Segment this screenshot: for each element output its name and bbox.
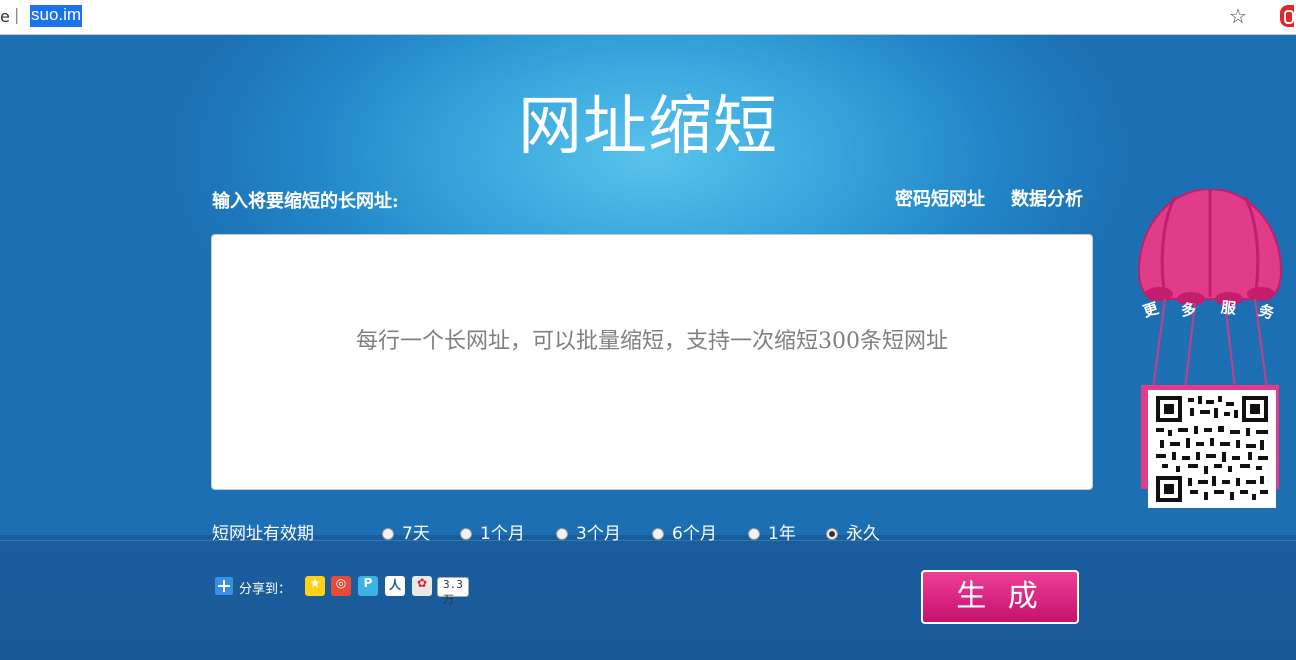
address-fragment: e bbox=[0, 7, 10, 26]
expiry-option-label: 1年 bbox=[768, 524, 796, 544]
divider bbox=[0, 540, 1296, 541]
long-url-input[interactable] bbox=[211, 234, 1093, 490]
expiry-option-1y[interactable]: 1年 bbox=[748, 519, 796, 544]
balloon-text-3: 服 bbox=[1220, 298, 1237, 318]
share-label: 分享到： bbox=[239, 582, 292, 597]
expiry-option-forever[interactable]: 永久 bbox=[826, 519, 880, 544]
input-label: 输入将要缩短的长网址: bbox=[212, 191, 399, 212]
expiry-option-7d[interactable]: 7天 bbox=[382, 519, 430, 544]
share-count: 3.3万 bbox=[437, 577, 469, 606]
weibo-icon[interactable]: ◎ bbox=[331, 576, 351, 596]
expiry-option-label: 1个月 bbox=[480, 524, 525, 544]
data-analysis-link[interactable]: 数据分析 bbox=[1011, 185, 1083, 211]
address-separator: | bbox=[14, 5, 20, 24]
more-share-icon[interactable]: ✿ bbox=[412, 576, 432, 596]
star-icon[interactable]: ☆ bbox=[1229, 4, 1247, 28]
radio-icon[interactable] bbox=[652, 528, 664, 540]
expiry-option-label: 永久 bbox=[846, 524, 880, 544]
balloon-text-2: 多 bbox=[1180, 300, 1197, 320]
expiry-option-6m[interactable]: 6个月 bbox=[652, 519, 717, 544]
address-bar: e | suo.im ☆ bbox=[0, 0, 1296, 35]
radio-selected-icon[interactable] bbox=[826, 528, 838, 540]
expiry-label: 短网址有效期 bbox=[212, 524, 314, 544]
renren-icon[interactable]: 人 bbox=[385, 576, 405, 596]
extension-icon[interactable] bbox=[1280, 5, 1294, 27]
qzone-icon[interactable]: ★ bbox=[305, 576, 325, 596]
radio-icon[interactable] bbox=[748, 528, 760, 540]
expiry-option-1m[interactable]: 1个月 bbox=[460, 519, 525, 544]
expiry-option-label: 3个月 bbox=[576, 524, 621, 544]
tencent-weibo-icon[interactable]: P bbox=[358, 576, 378, 596]
add-share-icon[interactable] bbox=[215, 577, 233, 595]
generate-button[interactable]: 生 成 bbox=[921, 570, 1079, 624]
expiry-option-3m[interactable]: 3个月 bbox=[556, 519, 621, 544]
qr-code-icon bbox=[1148, 390, 1276, 508]
expiry-option-label: 6个月 bbox=[672, 524, 717, 544]
radio-icon[interactable] bbox=[382, 528, 394, 540]
url-field[interactable]: suo.im bbox=[30, 5, 83, 27]
expiry-option-label: 7天 bbox=[402, 524, 430, 544]
main-panel: 网址缩短 输入将要缩短的长网址: 密码短网址 数据分析 短网址有效期 7天 1个… bbox=[0, 35, 1296, 660]
password-short-url-link[interactable]: 密码短网址 bbox=[895, 185, 985, 211]
radio-icon[interactable] bbox=[556, 528, 568, 540]
page-title: 网址缩短 bbox=[518, 90, 778, 164]
radio-icon[interactable] bbox=[460, 528, 472, 540]
